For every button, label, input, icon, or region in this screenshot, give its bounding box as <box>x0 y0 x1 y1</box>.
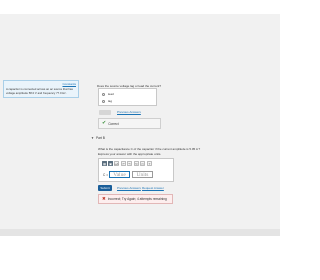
answer-box: ▦ ▣ μA ↶ ↷ ↻ ▭ ? C = Value Units <box>98 158 174 182</box>
problem-panel: Constants A capacitor is connected acros… <box>3 80 79 98</box>
check-icon: ✔ <box>102 120 107 126</box>
units-field[interactable]: Units <box>132 171 153 178</box>
keyboard-icon[interactable]: ▭ <box>140 161 145 166</box>
request-answer-link[interactable]: Request Answer <box>142 186 164 190</box>
part-b-feedback: ✖ Incorrect; Try Again; 4 attempts remai… <box>98 194 173 204</box>
part-b-instruction: Express your answer with the appropriate… <box>98 152 162 156</box>
redo-icon[interactable]: ↷ <box>127 161 132 166</box>
part-a-feedback: ✔ Correct <box>98 118 161 129</box>
option-lag[interactable]: lag <box>102 98 112 104</box>
top-whitespace <box>0 0 280 14</box>
x-icon: ✖ <box>102 195 106 201</box>
part-a-submit-disabled <box>99 110 111 115</box>
part-a-previous-answers-link[interactable]: Previous Answers <box>117 110 141 114</box>
triangle-down-icon: ▼ <box>91 136 94 140</box>
option-label: lag <box>108 99 113 103</box>
help-icon[interactable]: ? <box>147 161 152 166</box>
part-b-header[interactable]: ▼ Part B <box>91 136 105 140</box>
value-field[interactable]: Value <box>109 171 130 178</box>
template-button[interactable]: ▣ <box>108 161 113 166</box>
template-button[interactable]: ▦ <box>102 161 107 166</box>
constants-link[interactable]: Constants <box>62 82 76 86</box>
part-b-label: Part B <box>95 136 105 140</box>
units-button[interactable]: μA <box>114 161 119 166</box>
feedback-text: Correct <box>108 121 119 126</box>
feedback-text: Incorrect; Try Again; 4 attempts remaini… <box>107 197 167 201</box>
part-b-previous-answers-link[interactable]: Previous Answers <box>117 186 141 190</box>
submit-button[interactable]: Submit <box>98 185 112 191</box>
part-a-options: lead lag <box>98 88 157 106</box>
option-label: lead <box>108 92 114 96</box>
answer-label: C = <box>103 173 109 177</box>
problem-text: A capacitor is connected across an ac so… <box>6 87 73 95</box>
option-lead[interactable]: lead <box>102 91 114 97</box>
undo-icon[interactable]: ↶ <box>121 161 126 166</box>
divider-stripe <box>0 229 280 236</box>
part-b-question: What is the capacitance C of the capacit… <box>98 147 201 151</box>
bottom-whitespace <box>0 236 280 280</box>
reset-icon[interactable]: ↻ <box>134 161 139 166</box>
radio-button[interactable] <box>102 99 105 103</box>
radio-button[interactable] <box>102 92 105 96</box>
